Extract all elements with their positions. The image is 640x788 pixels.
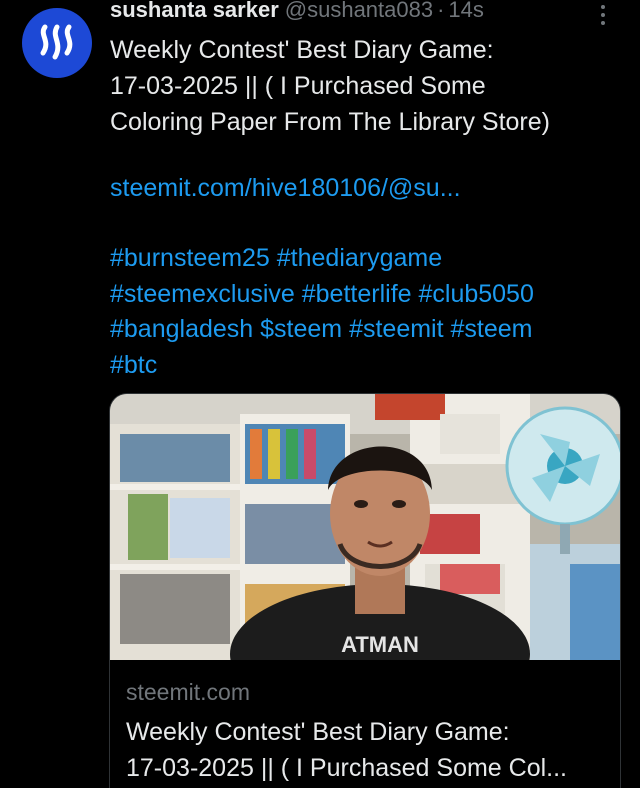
card-photo[interactable]: ATMAN [110,394,620,660]
tweet-text: Weekly Contest' Best Diary Game: 17-03-2… [110,32,620,140]
hashtag-block: #burnsteem25 #thediarygame #steemexclusi… [110,241,630,383]
tweet-timestamp[interactable]: 14s [448,0,483,23]
tweet-header: sushanta sarker @sushanta083 · 14s [110,0,590,26]
header-separator: · [437,0,445,22]
card-domain: steemit.com [126,679,250,705]
hashtag-line[interactable]: #steemexclusive #betterlife #club5050 [110,277,630,313]
card-title-line: 17-03-2025 || ( I Purchased Some Col... [126,754,567,782]
more-dots-icon[interactable] [592,2,614,28]
author-handle[interactable]: @sushanta083 [285,0,433,23]
hashtag-line[interactable]: #bangladesh $steem #steemit #steem [110,312,630,348]
shirt-text: ATMAN [341,632,419,657]
hashtag-line[interactable]: #burnsteem25 #thediarygame [110,241,630,277]
hashtag-line[interactable]: #btc [110,348,630,384]
card-title: Weekly Contest' Best Diary Game: 17-03-2… [126,714,616,786]
card-title-line: Weekly Contest' Best Diary Game: [126,718,510,746]
author-name[interactable]: sushanta sarker [110,0,279,23]
tweet-text-line: Weekly Contest' Best Diary Game: [110,36,494,64]
tweet-text-line: 17-03-2025 || ( I Purchased Some [110,72,486,100]
steem-logo-icon [40,24,73,60]
avatar[interactable] [22,8,92,78]
tweet-text-line: Coloring Paper From The Library Store) [110,108,550,136]
tweet-link[interactable]: steemit.com/hive180106/@su... [110,170,461,206]
link-preview-card[interactable]: ATMAN steemit.com Weekly Contest' Best D… [109,393,621,788]
